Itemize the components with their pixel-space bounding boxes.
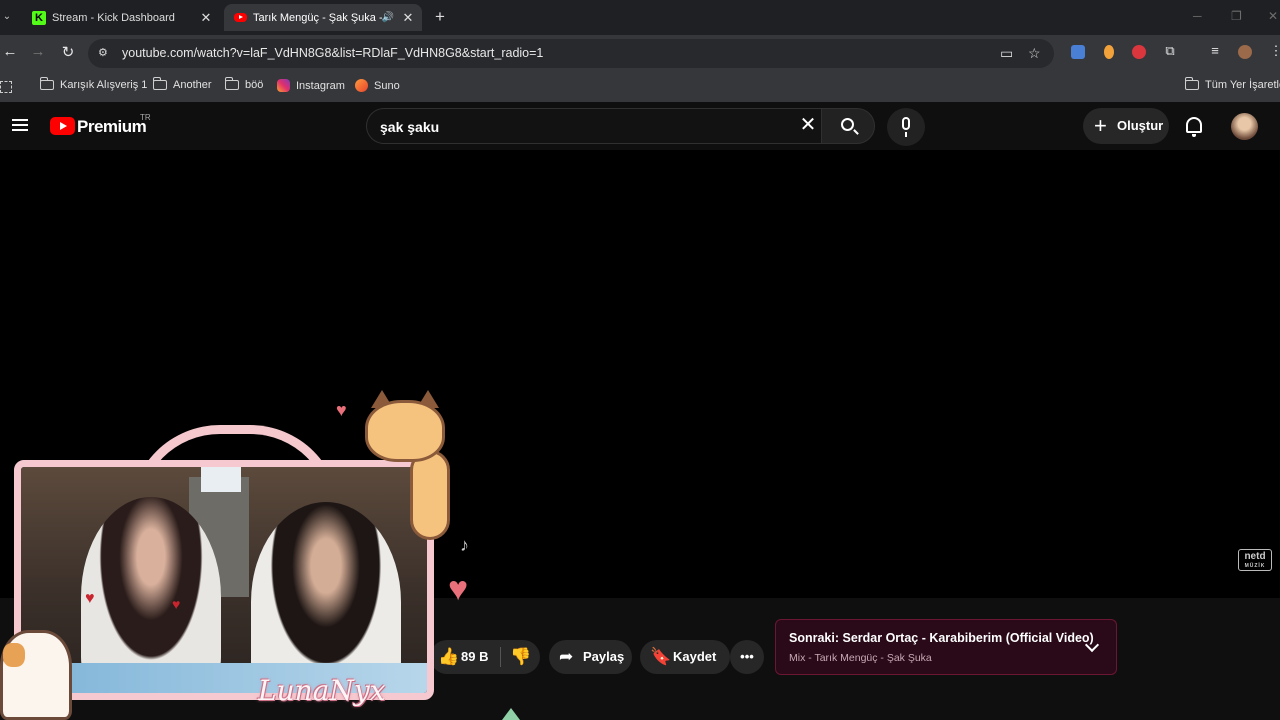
account-avatar[interactable] xyxy=(1231,113,1258,140)
tab-title: Stream - Kick Dashboard xyxy=(52,11,175,24)
youtube-logo-icon[interactable] xyxy=(50,117,75,135)
menu-icon[interactable] xyxy=(12,119,28,131)
apps-grid-icon[interactable] xyxy=(0,81,12,93)
bookmark-icon: 🔖 xyxy=(650,647,672,666)
close-tab-icon[interactable]: ✕ xyxy=(400,10,416,26)
tab-title: Tarık Mengüç - Şak Şuka - Y xyxy=(253,11,382,24)
translate-extension-icon[interactable] xyxy=(1071,45,1085,59)
heart-icon: ♥ xyxy=(448,570,469,608)
heart-icon: ♥ xyxy=(172,596,181,612)
divider xyxy=(500,647,501,667)
netd-watermark-text: netd xyxy=(1244,551,1266,562)
plus-icon: + xyxy=(1094,113,1107,138)
voice-search-button[interactable] xyxy=(887,108,925,146)
webcam-window xyxy=(201,467,241,492)
save-label: Kaydet xyxy=(673,649,717,664)
folder-icon xyxy=(224,77,239,90)
thumbs-down-icon[interactable]: 👎 xyxy=(510,640,531,674)
search-button[interactable] xyxy=(821,108,875,144)
bookmark-label: Instagram xyxy=(296,79,345,92)
share-label: Paylaş xyxy=(583,649,625,664)
folder-icon xyxy=(1184,77,1199,90)
url-text[interactable]: youtube.com/watch?v=laF_VdHN8G8&list=RDl… xyxy=(122,46,543,60)
close-tab-icon[interactable]: ✕ xyxy=(198,10,214,26)
folder-icon xyxy=(39,77,54,90)
share-button[interactable]: ➦ Paylaş xyxy=(549,640,632,674)
restore-icon[interactable]: ❐ xyxy=(1231,9,1242,23)
tab-search-chevron-icon[interactable]: ⌄ xyxy=(0,8,14,26)
youtube-premium-label[interactable]: Premium xyxy=(77,117,147,137)
search-icon xyxy=(841,118,854,131)
window-close-icon[interactable]: ✕ xyxy=(1268,9,1278,23)
site-info-icon[interactable]: ⚙ xyxy=(98,46,108,59)
browser-tab-bar: ⌄ K Stream - Kick Dashboard ✕ Tarık Meng… xyxy=(0,0,1280,35)
bookmark-folder[interactable]: Another xyxy=(152,77,212,91)
up-next-card[interactable]: Sonraki: Serdar Ortaç - Karabiberim (Off… xyxy=(775,619,1117,675)
browser-tab-kick[interactable]: K Stream - Kick Dashboard ✕ xyxy=(22,4,220,31)
extension-icon[interactable] xyxy=(1104,45,1114,59)
minimize-icon[interactable]: ─ xyxy=(1193,9,1202,23)
bookmarks-bar: Karışık Alışveriş 1 Another böö Instagra… xyxy=(0,72,1280,102)
instagram-icon xyxy=(277,79,290,92)
profile-avatar[interactable] xyxy=(1238,45,1252,59)
bookmark-label: Tüm Yer İşaretleri xyxy=(1205,79,1280,91)
netd-watermark-sub: MÜZİK xyxy=(1244,563,1266,569)
bookmark-label: Another xyxy=(173,79,212,91)
browser-tab-youtube[interactable]: Tarık Mengüç - Şak Şuka - Y 🔊 ✕ xyxy=(224,4,422,31)
save-button[interactable]: 🔖 Kaydet xyxy=(640,640,730,674)
cat-head xyxy=(365,400,445,462)
notifications-bell-icon[interactable] xyxy=(1186,117,1202,137)
heart-icon: ♥ xyxy=(336,400,347,420)
up-next-subtitle: Mix - Tarık Mengüç - Şak Şuka xyxy=(789,652,932,664)
stream-webcam-overlay: ♥ ♥ ♥ ♥ ♪ LunaNyx xyxy=(0,390,500,720)
kick-icon: K xyxy=(32,10,46,25)
bookmark-label: böö xyxy=(245,79,264,91)
bookmark-instagram[interactable]: Instagram xyxy=(277,79,345,92)
region-code: TR xyxy=(140,113,151,122)
extension-icon[interactable] xyxy=(1132,45,1146,59)
up-next-title[interactable]: Sonraki: Serdar Ortaç - Karabiberim (Off… xyxy=(789,631,1094,645)
all-bookmarks-folder[interactable]: Tüm Yer İşaretleri xyxy=(1184,77,1280,91)
cast-icon[interactable]: ▭ xyxy=(1000,45,1013,62)
webcam-frame xyxy=(14,460,434,700)
puzzle-extensions-icon[interactable]: ⧉ xyxy=(1160,43,1180,59)
bookmark-label: Suno xyxy=(374,79,400,92)
back-icon[interactable]: ← xyxy=(0,43,20,60)
clear-search-icon[interactable]: ✕ xyxy=(797,113,819,137)
suno-icon xyxy=(355,79,368,92)
youtube-icon xyxy=(234,13,247,22)
speaker-icon[interactable]: 🔊 xyxy=(382,12,394,23)
create-button[interactable]: + Oluştur xyxy=(1083,108,1169,144)
bookmark-folder[interactable]: Karışık Alışveriş 1 xyxy=(39,77,148,91)
search-box[interactable] xyxy=(366,108,821,144)
reload-icon[interactable]: ↻ xyxy=(58,43,78,61)
music-note-icon: ♪ xyxy=(460,535,469,555)
bookmark-label: Karışık Alışveriş 1 xyxy=(60,79,148,91)
search-input[interactable] xyxy=(380,118,780,136)
microphone-icon xyxy=(902,117,910,137)
more-actions-icon[interactable]: ••• xyxy=(730,640,764,674)
bookmark-star-icon[interactable]: ☆ xyxy=(1028,45,1041,62)
forward-icon[interactable]: → xyxy=(28,43,48,60)
create-label: Oluştur xyxy=(1117,118,1164,133)
address-bar[interactable]: ⚙ youtube.com/watch?v=laF_VdHN8G8&list=R… xyxy=(88,39,1054,68)
browser-toolbar: ← → ↻ ⚙ youtube.com/watch?v=laF_VdHN8G8&… xyxy=(0,35,1280,72)
youtube-masthead: Premium TR ✕ + Oluştur xyxy=(0,102,1280,150)
bookmark-suno[interactable]: Suno xyxy=(355,79,400,92)
orange-cat-sticker xyxy=(365,390,447,475)
new-tab-button[interactable]: + xyxy=(432,7,448,27)
folder-icon xyxy=(152,77,167,90)
heart-icon: ♥ xyxy=(85,590,95,607)
overlay-name-logo: LunaNyx xyxy=(258,674,386,707)
browser-menu-icon[interactable]: ⋮ xyxy=(1266,43,1280,59)
white-cat-sticker xyxy=(0,630,72,720)
bookmark-folder[interactable]: böö xyxy=(224,77,264,91)
media-controls-icon[interactable]: ≡ xyxy=(1205,43,1225,58)
netd-watermark: netd MÜZİK xyxy=(1238,549,1272,571)
share-arrow-icon: ➦ xyxy=(559,647,574,666)
